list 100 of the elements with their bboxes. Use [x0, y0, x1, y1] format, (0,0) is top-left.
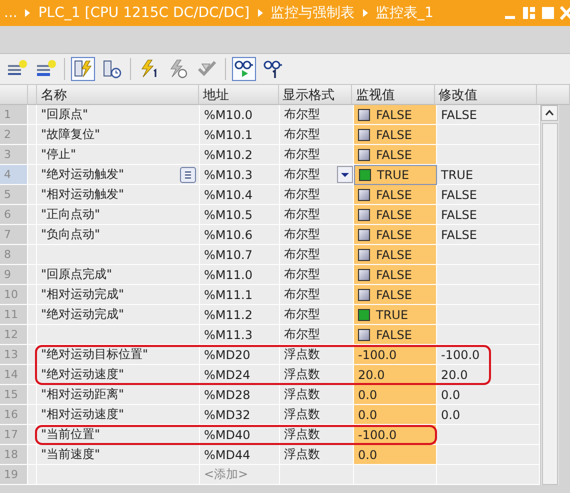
- table-clock-icon[interactable]: [101, 58, 123, 80]
- address-text: %M10.5: [204, 208, 252, 222]
- column-header[interactable]: 地址: [198, 85, 279, 105]
- display-format: 布尔型: [284, 306, 320, 323]
- display-format: 浮点数: [284, 426, 320, 443]
- row-number[interactable]: 1: [0, 105, 28, 125]
- row-number[interactable]: 4: [0, 165, 28, 185]
- tag-name: "相对运动距离": [41, 386, 124, 403]
- display-format: 浮点数: [284, 446, 320, 463]
- tag-name: "绝对运动速度": [41, 366, 124, 383]
- tag-name: "相对运动速度": [41, 406, 124, 423]
- row-number[interactable]: 12: [0, 325, 28, 345]
- breadcrumb-item[interactable]: 监控与强制表: [270, 4, 355, 22]
- row-number[interactable]: 6: [0, 205, 28, 225]
- row-number[interactable]: 14: [0, 365, 28, 385]
- row-number[interactable]: 8: [0, 245, 28, 265]
- monitor-value: TRUE: [377, 168, 410, 182]
- table-cell: [28, 245, 37, 265]
- row-number[interactable]: 3: [0, 145, 28, 165]
- row-number[interactable]: 10: [0, 285, 28, 305]
- display-format: 布尔型: [284, 246, 320, 263]
- monitor-value: FALSE: [376, 268, 412, 282]
- column-header[interactable]: 修改值: [434, 85, 538, 105]
- address-text: %M10.6: [204, 228, 252, 242]
- tag-name: "相对运动触发": [41, 186, 124, 203]
- row-number[interactable]: 2: [0, 125, 28, 145]
- breadcrumb-arrow-icon: [24, 8, 32, 18]
- row-number[interactable]: 16: [0, 405, 28, 425]
- breadcrumb-item[interactable]: 监控表_1: [376, 4, 434, 22]
- scroll-up-icon[interactable]: [541, 105, 559, 121]
- display-format: 浮点数: [284, 406, 320, 423]
- address-text: %M11.1: [204, 288, 252, 302]
- row-number[interactable]: 19: [0, 465, 28, 485]
- bolt-table-icon[interactable]: [71, 57, 95, 81]
- modify-value: FALSE: [441, 108, 477, 122]
- tag-name: "绝对运动目标位置": [41, 346, 148, 363]
- modify-value: FALSE: [441, 208, 477, 222]
- row-number[interactable]: 17: [0, 425, 28, 445]
- display-format: 布尔型: [284, 186, 320, 203]
- breadcrumb-arrow-icon: [362, 8, 369, 18]
- tag-name: "相对运动完成": [41, 286, 124, 303]
- breadcrumb-item[interactable]: PLC_1 [CPU 1215C DC/DC/DC]: [38, 5, 250, 21]
- address-text: %MD24: [204, 368, 250, 382]
- monitor-value: FALSE: [376, 288, 412, 302]
- tag-name: "正向点动": [41, 206, 100, 223]
- display-format: 布尔型: [284, 166, 320, 183]
- row-number[interactable]: 9: [0, 265, 28, 285]
- modify-value: 0.0: [441, 388, 460, 402]
- monitor-value: FALSE: [376, 208, 412, 222]
- list-icon[interactable]: [180, 166, 196, 182]
- display-format: 布尔型: [284, 106, 320, 123]
- scrollbar[interactable]: [540, 105, 559, 485]
- display-format: 布尔型: [284, 326, 320, 343]
- address-text: %MD32: [204, 408, 250, 422]
- display-format: 布尔型: [284, 146, 320, 163]
- row-number[interactable]: 7: [0, 225, 28, 245]
- display-format: 布尔型: [284, 206, 320, 223]
- column-header[interactable]: 名称: [36, 85, 199, 105]
- display-format: 布尔型: [284, 126, 320, 143]
- breadcrumb-arrow-icon: [256, 8, 264, 18]
- address-text: %M11.0: [204, 268, 252, 282]
- tag-name: "回原点": [41, 106, 88, 123]
- tile-icon[interactable]: [522, 6, 536, 20]
- address-text: %M10.3: [204, 168, 252, 182]
- display-format: 布尔型: [284, 226, 320, 243]
- monitor-value: FALSE: [376, 188, 412, 202]
- dropdown-icon[interactable]: [337, 166, 353, 183]
- address-text: %MD20: [204, 348, 250, 362]
- tag-name: "绝对运动触发": [41, 166, 124, 183]
- column-header[interactable]: 监视值: [352, 85, 435, 105]
- row-number[interactable]: 5: [0, 185, 28, 205]
- tag-name: "当前位置": [41, 426, 100, 443]
- address-text: %M10.0: [204, 108, 252, 122]
- monitor-value: 0.0: [358, 408, 378, 422]
- monitor-value: FALSE: [376, 148, 412, 162]
- row-number[interactable]: 15: [0, 385, 28, 405]
- address-text: %M10.4: [204, 188, 252, 202]
- glasses-play-icon[interactable]: [232, 57, 256, 81]
- row-number[interactable]: 18: [0, 445, 28, 465]
- glasses-one-icon[interactable]: [262, 58, 284, 80]
- scrollbar-thumb[interactable]: [542, 123, 558, 485]
- address-text[interactable]: <添加>: [204, 466, 248, 483]
- row-number[interactable]: 11: [0, 305, 28, 325]
- column-header[interactable]: 显示格式: [278, 85, 352, 105]
- display-format: 浮点数: [284, 366, 320, 383]
- address-text: %M10.2: [204, 148, 252, 162]
- monitor-value: FALSE: [376, 328, 412, 342]
- monitor-value: -100.0: [358, 428, 397, 442]
- table-cell: [28, 325, 37, 345]
- tag-name: "绝对运动完成": [41, 306, 124, 323]
- tag-name: "故障复位": [41, 126, 100, 143]
- row-number[interactable]: 13: [0, 345, 28, 365]
- display-format: 布尔型: [284, 286, 320, 303]
- monitor-value: -100.0: [358, 348, 397, 362]
- monitor-value: 20.0: [358, 368, 385, 382]
- address-text: %MD28: [204, 388, 250, 402]
- display-format: 浮点数: [284, 386, 320, 403]
- display-format: 浮点数: [284, 346, 320, 363]
- ellipsis-text: ...: [4, 5, 18, 21]
- tag-name: "负向点动": [41, 226, 100, 243]
